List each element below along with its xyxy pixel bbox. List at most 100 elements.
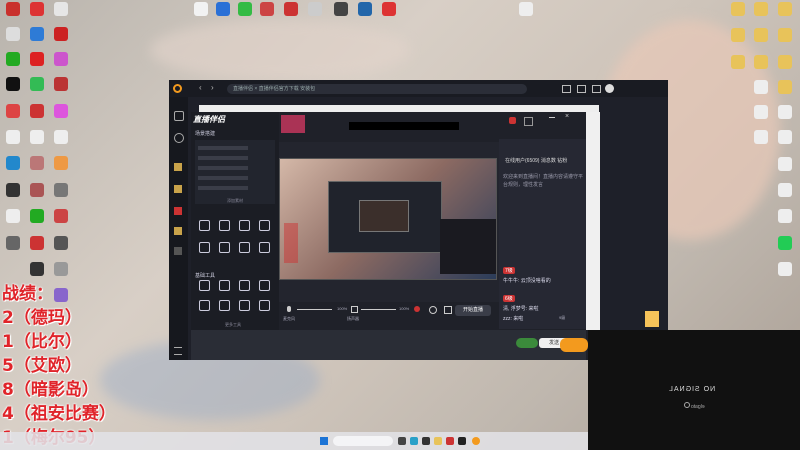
scene-item[interactable]	[198, 156, 248, 160]
desktop-icon[interactable]	[50, 183, 72, 198]
app-icon[interactable]	[458, 437, 466, 445]
clock-icon[interactable]	[174, 133, 184, 143]
settings-icon[interactable]	[429, 306, 437, 314]
desktop-icon[interactable]	[2, 209, 24, 224]
desktop-icon[interactable]	[727, 55, 749, 70]
tool-item[interactable]	[195, 300, 213, 312]
desktop-icon[interactable]	[750, 28, 772, 43]
more-tools-link[interactable]: 更多工具	[225, 322, 241, 328]
desktop-icon[interactable]	[774, 105, 796, 120]
desktop-icon[interactable]	[2, 27, 24, 42]
tool-item[interactable]	[235, 220, 253, 232]
desktop-icon[interactable]	[50, 130, 72, 145]
start-stream-button[interactable]: 开始直播	[455, 305, 491, 316]
tool-item[interactable]	[215, 280, 233, 292]
desktop-icon[interactable]	[750, 105, 772, 120]
desktop-icon[interactable]	[280, 2, 302, 17]
explorer-icon[interactable]	[434, 437, 442, 445]
app-icon[interactable]	[446, 437, 454, 445]
desktop-icon[interactable]	[774, 28, 796, 43]
game-icon[interactable]	[174, 185, 182, 193]
mail-icon[interactable]	[577, 85, 586, 93]
desktop-icon[interactable]	[50, 288, 72, 303]
tool-item[interactable]	[255, 220, 273, 232]
scene-item[interactable]	[198, 186, 248, 190]
desktop-icon[interactable]	[190, 2, 212, 17]
desktop-icon[interactable]	[26, 104, 48, 119]
desktop-icon[interactable]	[26, 156, 48, 171]
desktop-icon[interactable]	[2, 156, 24, 171]
desktop-icon[interactable]	[774, 80, 796, 95]
desktop-icon[interactable]	[50, 2, 72, 17]
tool-item[interactable]	[215, 300, 233, 312]
video-icon[interactable]	[174, 207, 182, 215]
desktop-icon[interactable]	[2, 52, 24, 67]
desktop-icon[interactable]	[354, 2, 376, 17]
desktop-icon[interactable]	[50, 209, 72, 224]
header-icon[interactable]	[509, 117, 516, 124]
header-icon[interactable]	[524, 117, 533, 126]
upload-icon[interactable]	[592, 85, 601, 93]
desktop-icon[interactable]	[515, 2, 537, 17]
desktop-icon[interactable]	[2, 77, 24, 92]
home-icon[interactable]	[174, 111, 184, 121]
desktop-icon[interactable]	[774, 209, 796, 224]
desktop-icon[interactable]	[750, 55, 772, 70]
desktop-icon[interactable]	[256, 2, 278, 17]
game-icon[interactable]	[174, 247, 182, 255]
desktop-icon[interactable]	[774, 55, 796, 70]
url-bar[interactable]: 直播伴侣 × 直播伴侣官方下载 安装包	[227, 84, 527, 94]
desktop-icon[interactable]	[2, 104, 24, 119]
tool-item[interactable]	[195, 280, 213, 292]
chat-icon[interactable]	[562, 85, 571, 93]
desktop-icon[interactable]	[774, 157, 796, 172]
desktop-icon[interactable]	[750, 80, 772, 95]
tool-item[interactable]	[195, 220, 213, 232]
desktop-icon[interactable]	[304, 2, 326, 17]
speaker-icon[interactable]	[351, 306, 358, 313]
send-button[interactable]	[516, 338, 538, 348]
tool-item[interactable]	[255, 242, 273, 254]
desktop-icon[interactable]	[212, 2, 234, 17]
forward-icon[interactable]: ›	[211, 83, 214, 92]
desktop-icon[interactable]	[750, 2, 772, 17]
desktop-icon[interactable]	[26, 183, 48, 198]
desktop-icon[interactable]	[50, 262, 72, 277]
desktop-icon[interactable]	[26, 262, 48, 277]
desktop-icon[interactable]	[50, 27, 72, 42]
back-icon[interactable]: ‹	[199, 83, 202, 92]
desktop-icon[interactable]	[26, 130, 48, 145]
tool-item[interactable]	[255, 300, 273, 312]
avatar[interactable]	[605, 84, 614, 93]
tool-item[interactable]	[255, 280, 273, 292]
tool-item[interactable]	[235, 242, 253, 254]
desktop-icon[interactable]	[727, 28, 749, 43]
close-icon[interactable]: ×	[565, 113, 569, 120]
tool-item[interactable]	[215, 242, 233, 254]
desktop-icon[interactable]	[774, 183, 796, 198]
tool-item[interactable]	[235, 300, 253, 312]
record-icon[interactable]	[414, 306, 420, 312]
tool-item[interactable]	[195, 242, 213, 254]
desktop-icon[interactable]	[26, 2, 48, 17]
desktop-icon[interactable]	[2, 130, 24, 145]
scene-item[interactable]	[198, 166, 248, 170]
tool-item[interactable]	[235, 280, 253, 292]
browser-logo-icon[interactable]	[173, 84, 182, 93]
app-icon[interactable]	[422, 437, 430, 445]
mic-icon[interactable]	[287, 306, 291, 312]
desktop-icon[interactable]	[50, 104, 72, 119]
add-material-link[interactable]: 添加素材	[227, 198, 243, 204]
orange-button[interactable]	[560, 338, 588, 352]
desktop-icon[interactable]	[26, 209, 48, 224]
search-box[interactable]	[333, 436, 393, 446]
desktop-icon[interactable]	[50, 52, 72, 67]
edge-icon[interactable]	[410, 437, 418, 445]
desktop-icon[interactable]	[234, 2, 256, 17]
minimize-icon[interactable]	[549, 117, 555, 118]
desktop-icon[interactable]	[750, 130, 772, 145]
desktop-icon[interactable]	[774, 2, 796, 17]
desktop-icon[interactable]	[727, 2, 749, 17]
menu-icon[interactable]	[174, 347, 182, 355]
desktop-icon[interactable]	[50, 77, 72, 92]
